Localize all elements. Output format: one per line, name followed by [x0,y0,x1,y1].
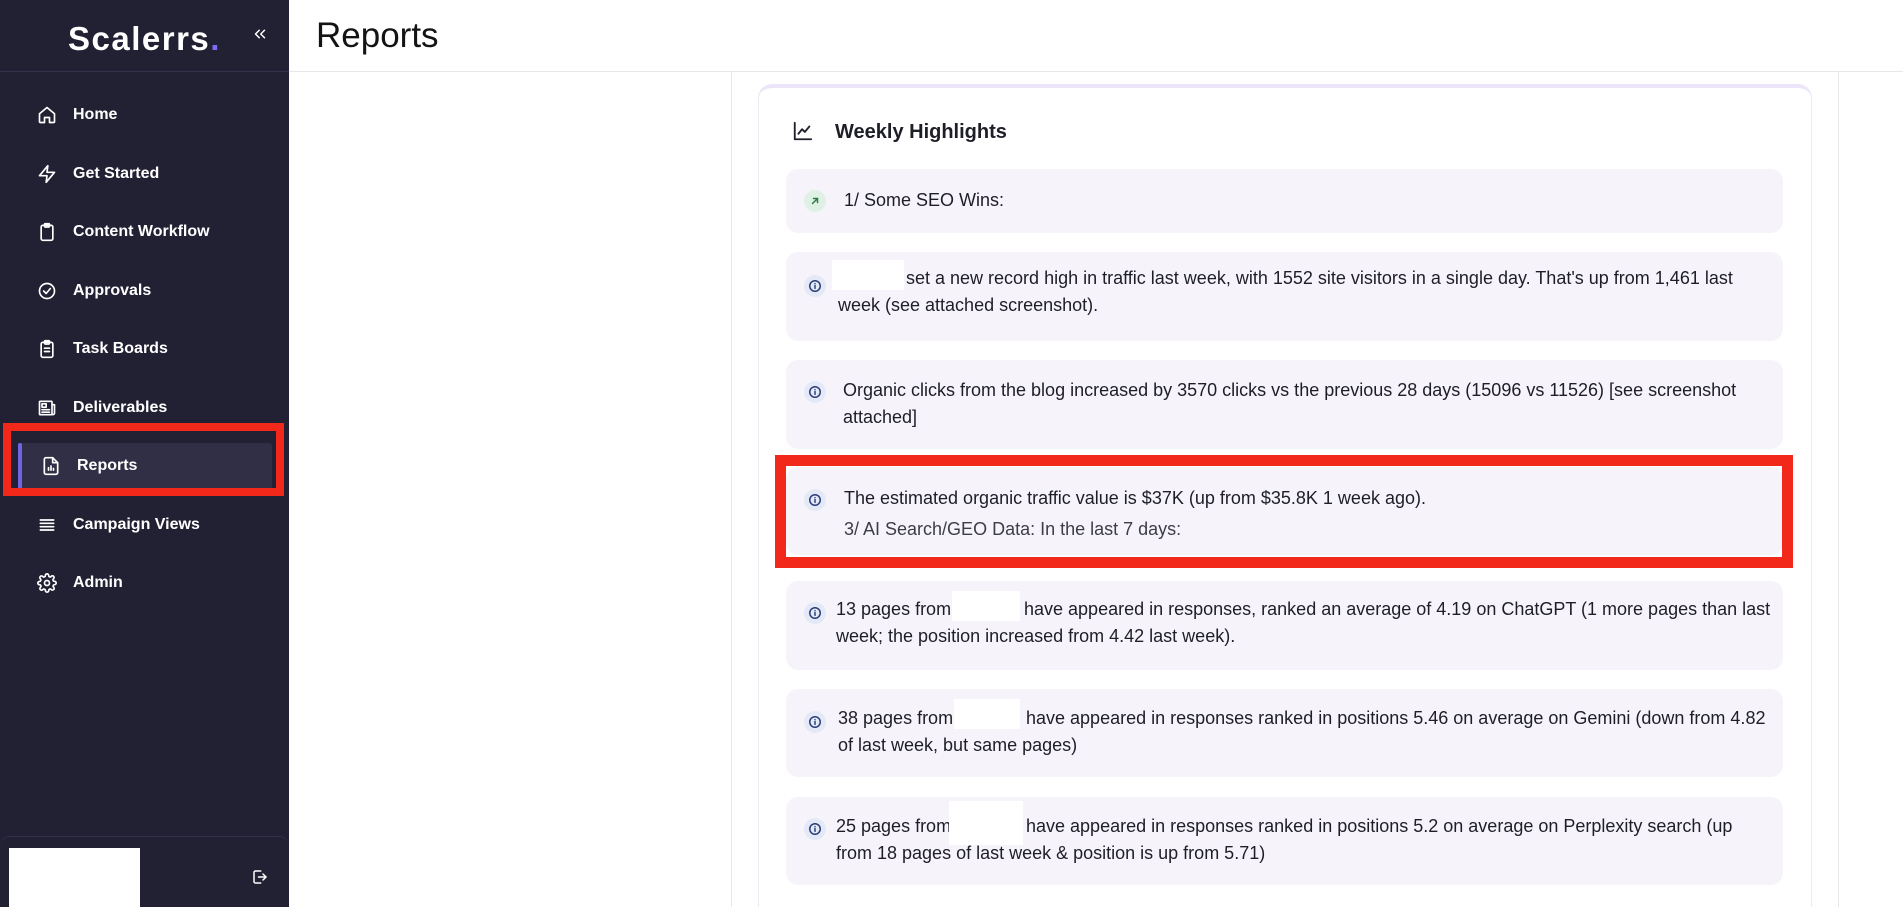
info-icon [804,381,826,403]
redacted-text [952,591,1020,621]
sidebar-item-label: Deliverables [73,398,168,416]
sidebar: Scalerrs. Home Get Started Content Workf… [0,0,289,907]
sidebar-item-label: Admin [73,574,123,592]
sidebar-item-get-started[interactable]: Get Started [0,145,289,204]
sidebar-item-content-workflow[interactable]: Content Workflow [0,203,289,262]
brand-name: Scalerrs [68,20,211,57]
highlight-box-traffic-value [775,455,1793,568]
item-text: of last week, but same pages) [838,735,1078,755]
sidebar-item-label: Task Boards [73,340,168,358]
info-icon [804,818,826,840]
logout-button[interactable] [250,867,270,887]
brand-area: Scalerrs. [0,0,289,72]
clipboard-icon [36,221,58,243]
sidebar-item-label: Campaign Views [73,515,200,533]
clipboard-list-icon [36,338,58,360]
item-text: attached] [843,407,918,427]
item-text: week (see attached screenshot). [838,295,1099,315]
redacted-text [949,801,1023,845]
item-text: 38 pages from [838,708,954,728]
sidebar-item-approvals[interactable]: Approvals [0,262,289,321]
highlight-item: Organic clicks from the blog increased b… [786,360,1783,449]
report-icon [40,455,62,477]
redacted-text [954,699,1020,729]
sidebar-item-label: Approvals [73,281,152,299]
highlight-item: 25 pages from have appeared in responses… [786,797,1783,885]
user-profile-redacted[interactable] [9,848,140,907]
sidebar-item-admin[interactable]: Admin [0,554,289,613]
double-chevron-left-icon [254,29,266,39]
sidebar-item-label: Home [73,106,118,124]
sidebar-item-label: Content Workflow [73,223,210,241]
item-text: have appeared in responses ranked in pos… [1026,816,1733,836]
arrow-up-right-icon [804,190,826,212]
item-text: week; the position increased from 4.42 l… [836,626,1236,646]
info-icon [804,602,826,624]
trend-chart-icon [790,118,816,144]
logout-icon [253,870,267,884]
highlight-item: set a new record high in traffic last we… [786,252,1783,341]
item-text: 1/ Some SEO Wins: [844,190,1005,210]
item-text: from 18 pages of last week & position is… [836,843,1266,863]
highlight-item: 38 pages from have appeared in responses… [786,689,1783,777]
sidebar-item-campaign-views[interactable]: Campaign Views [0,496,289,555]
item-text: have appeared in responses ranked in pos… [1026,708,1766,728]
item-text: have appeared in responses, ranked an av… [1024,599,1771,619]
newspaper-icon [36,397,58,419]
collapse-sidebar-button[interactable] [248,22,272,46]
highlight-item: 1/ Some SEO Wins: [786,169,1783,233]
item-text: set a new record high in traffic last we… [906,268,1733,288]
redacted-text [832,260,904,290]
item-text: 13 pages from [836,599,952,619]
sidebar-footer [0,836,289,907]
highlight-item: 13 pages from have appeared in responses… [786,581,1783,670]
sidebar-item-task-boards[interactable]: Task Boards [0,320,289,379]
lightning-icon [36,163,58,185]
check-circle-icon [36,280,58,302]
list-icon [36,514,58,536]
app-root: Scalerrs. Home Get Started Content Workf… [0,0,1903,907]
card-title: Weekly Highlights [835,121,1007,143]
sidebar-item-label: Reports [77,457,138,475]
column-divider-right [1838,72,1839,907]
brand-dot: . [210,20,221,57]
brand-logo[interactable]: Scalerrs. [68,20,221,58]
page-header: Reports [289,0,1903,72]
info-icon [804,275,826,297]
item-text: 25 pages from [836,816,952,836]
page-title: Reports [316,16,439,55]
info-icon [804,711,826,733]
gear-icon [36,572,58,594]
home-icon [36,104,58,126]
sidebar-item-label: Get Started [73,164,160,182]
column-divider-left [731,72,732,907]
item-text: Organic clicks from the blog increased b… [843,380,1737,400]
sidebar-nav: Home Get Started Content Workflow Approv… [0,86,289,613]
sidebar-item-home[interactable]: Home [0,86,289,145]
